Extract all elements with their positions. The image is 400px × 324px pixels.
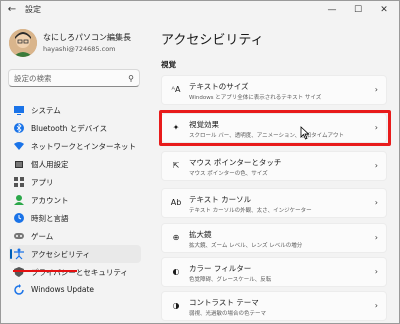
shield-icon — [13, 266, 25, 278]
sidebar-item-personalization[interactable]: 個人用設定 — [9, 155, 141, 173]
bluetooth-icon — [13, 122, 25, 134]
card-description: テキスト カーソルの外観、太さ、インジケーター — [189, 208, 312, 214]
main-content: アクセシビリティ 視覚 ᴬA テキストのサイズ Windows とアプリ全体に表… — [151, 19, 399, 323]
sidebar-item-label: ゲーム — [31, 232, 54, 241]
maximize-button[interactable]: ☐ — [347, 1, 369, 19]
sidebar-item-label: アクセシビリティ — [31, 250, 91, 259]
chevron-right-icon: › — [374, 301, 378, 310]
card-title: カラー フィルター — [189, 264, 252, 273]
card-description: 弱視、光過敏の場合の色テーマ — [189, 311, 267, 317]
card-mouse-pointer[interactable]: ⇱ マウス ポインターとタッチ マウス ポインターの色、サイズ › — [161, 151, 387, 181]
card-description: Windows とアプリ全体に表示されるテキスト サイズ — [189, 95, 322, 101]
card-title: コントラスト テーマ — [189, 298, 259, 307]
sidebar-item-label: Windows Update — [31, 285, 95, 294]
magnifier-icon: ⊕ — [172, 233, 180, 242]
mouse-pointer-icon: ⇱ — [172, 161, 180, 170]
gamepad-icon — [13, 230, 25, 242]
sidebar-item-privacy[interactable]: プライバシーとセキュリティ — [9, 263, 141, 281]
title-bar: ← 設定 — ☐ ✕ — [1, 1, 399, 19]
close-button[interactable]: ✕ — [373, 1, 395, 19]
sidebar-item-network[interactable]: ネットワークとインターネット — [9, 137, 141, 155]
sidebar-item-label: システム — [31, 106, 61, 115]
sidebar-item-apps[interactable]: アプリ — [9, 173, 141, 191]
card-text-size[interactable]: ᴬA テキストのサイズ Windows とアプリ全体に表示されるテキスト サイズ… — [161, 75, 387, 105]
update-icon — [13, 284, 25, 296]
text-size-icon: ᴬA — [171, 85, 181, 94]
active-indicator — [10, 249, 12, 259]
sidebar-item-label: アプリ — [31, 178, 54, 187]
search-placeholder: 設定の検索 — [14, 74, 52, 83]
clock-globe-icon — [13, 212, 25, 224]
card-title: マウス ポインターとタッチ — [189, 158, 282, 167]
chevron-right-icon: › — [374, 267, 378, 276]
mouse-cursor-icon — [300, 126, 310, 140]
apps-icon — [13, 176, 25, 188]
contrast-icon: ◑ — [172, 301, 180, 310]
network-icon — [13, 140, 25, 152]
card-color-filter[interactable]: ◐ カラー フィルター 色覚障碍、グレースケール、反転 › — [161, 257, 387, 287]
user-email: hayashi@724685.com — [43, 45, 116, 53]
card-description: マウス ポインターの色、サイズ — [189, 171, 268, 177]
sidebar-item-system[interactable]: システム — [9, 101, 141, 119]
sidebar-item-bluetooth[interactable]: Bluetooth とデバイス — [9, 119, 141, 137]
sidebar-item-label: ネットワークとインターネット — [31, 142, 136, 151]
chevron-right-icon: › — [374, 161, 378, 170]
card-title: テキスト カーソル — [189, 195, 252, 204]
sidebar-item-gaming[interactable]: ゲーム — [9, 227, 141, 245]
back-arrow-icon[interactable]: ← — [5, 3, 19, 17]
page-title: アクセシビリティ — [161, 33, 264, 48]
sidebar-item-label: 個人用設定 — [31, 160, 69, 169]
sidebar-item-label: アカウント — [31, 196, 69, 205]
card-title: テキストのサイズ — [189, 82, 249, 91]
sidebar: なにしろパソコン編集長 hayashi@724685.com 設定の検索 ⚲ シ… — [1, 19, 151, 323]
minimize-button[interactable]: — — [321, 1, 343, 19]
text-cursor-icon: Ab — [170, 198, 182, 207]
sidebar-item-accounts[interactable]: アカウント — [9, 191, 141, 209]
search-icon: ⚲ — [128, 74, 134, 83]
chevron-right-icon: › — [374, 85, 378, 94]
sidebar-item-windows-update[interactable]: Windows Update — [9, 281, 141, 299]
sidebar-item-label: プライバシーとセキュリティ — [31, 268, 128, 277]
account-icon — [13, 194, 25, 206]
avatar[interactable] — [9, 29, 37, 57]
card-magnifier[interactable]: ⊕ 拡大鏡 拡大鏡、ズーム レベル、レンズ レベルの増分 › — [161, 223, 387, 253]
section-heading: 視覚 — [161, 60, 176, 69]
card-text-cursor[interactable]: Ab テキスト カーソル テキスト カーソルの外観、太さ、インジケーター › — [161, 188, 387, 218]
accessibility-icon — [13, 248, 25, 260]
settings-window: ← 設定 — ☐ ✕ なにしろパソコン編集長 hayashi@724685.co… — [0, 0, 400, 324]
card-description: 色覚障碍、グレースケール、反転 — [189, 277, 272, 283]
red-underline-annotation — [13, 270, 77, 272]
card-contrast-theme[interactable]: ◑ コントラスト テーマ 弱視、光過敏の場合の色テーマ › — [161, 291, 387, 321]
color-filter-icon: ◐ — [172, 267, 180, 276]
system-icon — [13, 104, 25, 116]
window-title: 設定 — [25, 5, 41, 14]
red-highlight-box — [159, 110, 391, 146]
sidebar-item-label: 時刻と言語 — [31, 214, 69, 223]
card-title: 拡大鏡 — [189, 230, 212, 239]
sidebar-item-accessibility[interactable]: アクセシビリティ — [9, 245, 141, 263]
chevron-right-icon: › — [374, 233, 378, 242]
brush-icon — [13, 158, 25, 170]
user-name: なにしろパソコン編集長 — [43, 33, 131, 42]
search-input[interactable]: 設定の検索 ⚲ — [8, 69, 140, 87]
sidebar-item-time-language[interactable]: 時刻と言語 — [9, 209, 141, 227]
card-description: 拡大鏡、ズーム レベル、レンズ レベルの増分 — [189, 243, 303, 249]
sidebar-item-label: Bluetooth とデバイス — [31, 124, 108, 133]
chevron-right-icon: › — [374, 198, 378, 207]
